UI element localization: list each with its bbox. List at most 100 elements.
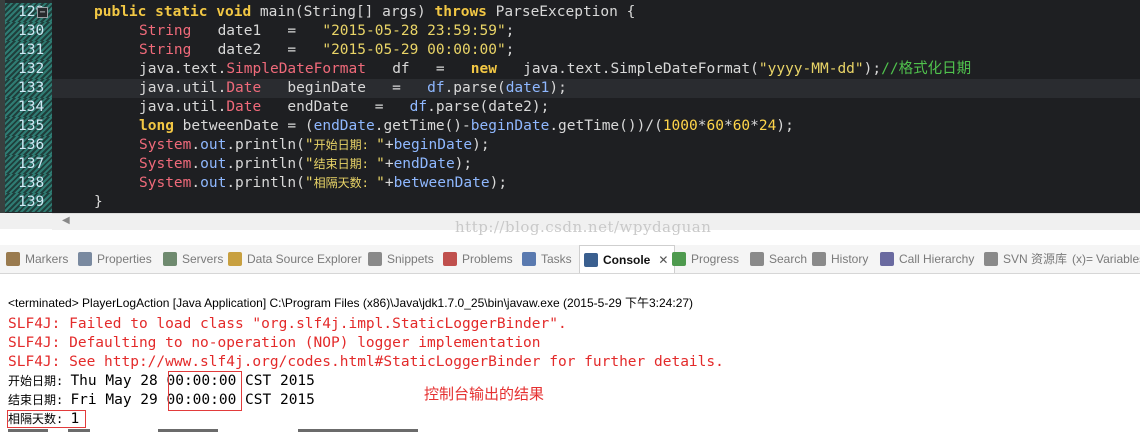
code-line[interactable]: String date1 = "2015-05-28 23:59:59";: [139, 22, 514, 41]
code-token: throws: [434, 4, 487, 20]
code-token: System: [139, 175, 192, 191]
close-icon[interactable]: ✕: [658, 246, 668, 274]
code-token: java.util.: [139, 80, 227, 96]
console-error-line: SLF4J: See http://www.slf4j.org/codes.ht…: [8, 354, 724, 370]
code-token: java.text.SimpleDateFormat(: [496, 61, 759, 77]
code-token: String: [139, 42, 192, 58]
line-number: 131: [5, 41, 52, 60]
code-token: 结束日期:: [313, 157, 377, 171]
code-token: .getTime())/(: [549, 118, 663, 134]
tab-variables[interactable]: (x)=Variables: [1072, 245, 1140, 273]
code-token: date2 =: [191, 42, 323, 58]
code-token: );: [863, 61, 882, 77]
tab-label: Data Source Explorer: [247, 252, 362, 266]
tab-markers[interactable]: Markers: [6, 245, 68, 273]
code-token: *: [750, 118, 759, 134]
code-token: betweenDate: [393, 175, 490, 191]
code-line[interactable]: public static void main(String[] args) t…: [94, 3, 635, 22]
tab-label: Snippets: [387, 252, 434, 266]
console-output-line: 开始日期: Thu May 28 00:00:00 CST 2015: [8, 372, 315, 391]
tab-data-source-explorer[interactable]: Data Source Explorer: [228, 245, 362, 273]
code-token: df: [409, 99, 428, 115]
tab-history[interactable]: History: [812, 245, 868, 273]
code-line[interactable]: java.text.SimpleDateFormat df = new java…: [139, 60, 971, 79]
tab-servers[interactable]: Servers: [163, 245, 223, 273]
code-token: "yyyy-MM-dd": [758, 61, 864, 77]
line-number: 139: [5, 193, 52, 212]
line-number: 135: [5, 117, 52, 136]
line-number: 133: [5, 79, 52, 98]
code-token: new: [470, 61, 497, 77]
tab-properties[interactable]: Properties: [78, 245, 152, 273]
highlight-box-time: [168, 371, 242, 411]
tab-search[interactable]: Search: [750, 245, 807, 273]
console-terminated-header: <terminated> PlayerLogAction [Java Appli…: [8, 296, 694, 310]
scroll-left-icon[interactable]: ◀: [62, 215, 70, 226]
code-line[interactable]: java.util.Date beginDate = df.parse(date…: [139, 79, 567, 98]
code-line[interactable]: long betweenDate = (endDate.getTime()-be…: [139, 117, 794, 136]
code-token: java.text.: [139, 61, 227, 77]
code-token: long: [139, 118, 174, 134]
code-token: String: [303, 4, 356, 20]
fold-collapse-icon[interactable]: −: [37, 7, 48, 18]
tab-snippets[interactable]: Snippets: [368, 245, 434, 273]
editor-scroll-corner: [0, 213, 52, 229]
line-number: 138: [5, 174, 52, 193]
code-token: SimpleDateFormat: [226, 61, 366, 77]
snippets-icon: [368, 252, 382, 266]
code-token: "2015-05-28 23:59:59": [322, 23, 506, 39]
tab-label: Call Hierarchy: [899, 252, 975, 266]
code-editor[interactable]: 129 130 131 132 133 134 135 136 137 138 139 public…: [0, 0, 1140, 213]
code-token: beginDate =: [261, 80, 428, 96]
code-token: beginDate: [470, 118, 550, 134]
code-token: .parse(: [444, 80, 506, 96]
code-token: endDate =: [261, 99, 410, 115]
properties-icon: [78, 252, 92, 266]
tab-label: Console: [603, 252, 651, 267]
code-line[interactable]: }: [94, 193, 103, 212]
tab-problems[interactable]: Problems: [443, 245, 513, 273]
code-token: static: [155, 4, 208, 20]
code-token: date1: [505, 80, 550, 96]
code-token: java.util.: [139, 99, 227, 115]
code-line[interactable]: String date2 = "2015-05-29 00:00:00";: [139, 41, 514, 60]
tab-label: Servers: [182, 252, 224, 266]
code-token: 1000: [662, 118, 698, 134]
code-token: .parse(date2);: [427, 99, 550, 115]
code-token: System: [139, 156, 192, 172]
console-view[interactable]: <terminated> PlayerLogAction [Java Appli…: [0, 274, 1140, 433]
search-icon: [750, 252, 764, 266]
code-token: ;: [505, 23, 515, 39]
tab-svn[interactable]: SVN 资源库: [984, 245, 1067, 273]
code-token: ": [376, 175, 385, 191]
code-token: //格式化日期: [881, 61, 972, 77]
console-error-line: SLF4J: Defaulting to no-operation (NOP) …: [8, 335, 541, 351]
tab-label: Variables: [1096, 252, 1140, 266]
console-error-line: SLF4J: Failed to load class "org.slf4j.i…: [8, 316, 567, 332]
line-number: 136: [5, 136, 52, 155]
code-token: .println(: [226, 137, 305, 153]
tab-tasks[interactable]: Tasks: [522, 245, 572, 273]
code-token: 相隔天数:: [313, 176, 377, 190]
tab-label: Problems: [462, 252, 513, 266]
code-token: .println(: [226, 156, 305, 172]
code-token: );: [776, 118, 794, 134]
code-token: ": [376, 156, 385, 172]
code-line[interactable]: java.util.Date endDate = df.parse(date2)…: [139, 98, 549, 117]
code-token: out: [200, 137, 227, 153]
code-line[interactable]: System.out.println("开始日期: "+beginDate);: [139, 136, 490, 155]
code-token: void: [216, 4, 252, 20]
code-token: df: [427, 80, 445, 96]
code-token: betweenDate = (: [173, 118, 314, 134]
code-token: date1 =: [191, 23, 323, 39]
code-token: out: [200, 156, 227, 172]
tab-console[interactable]: Console ✕: [579, 245, 676, 274]
code-line[interactable]: System.out.println("相隔天数: "+betweenDate)…: [139, 174, 507, 193]
code-token: .getTime()-: [374, 118, 471, 134]
tab-progress[interactable]: Progress: [672, 245, 739, 273]
tab-call-hierarchy[interactable]: Call Hierarchy: [880, 245, 974, 273]
history-icon: [812, 252, 826, 266]
code-token: public: [94, 4, 147, 20]
code-line[interactable]: System.out.println("结束日期: "+endDate);: [139, 155, 472, 174]
